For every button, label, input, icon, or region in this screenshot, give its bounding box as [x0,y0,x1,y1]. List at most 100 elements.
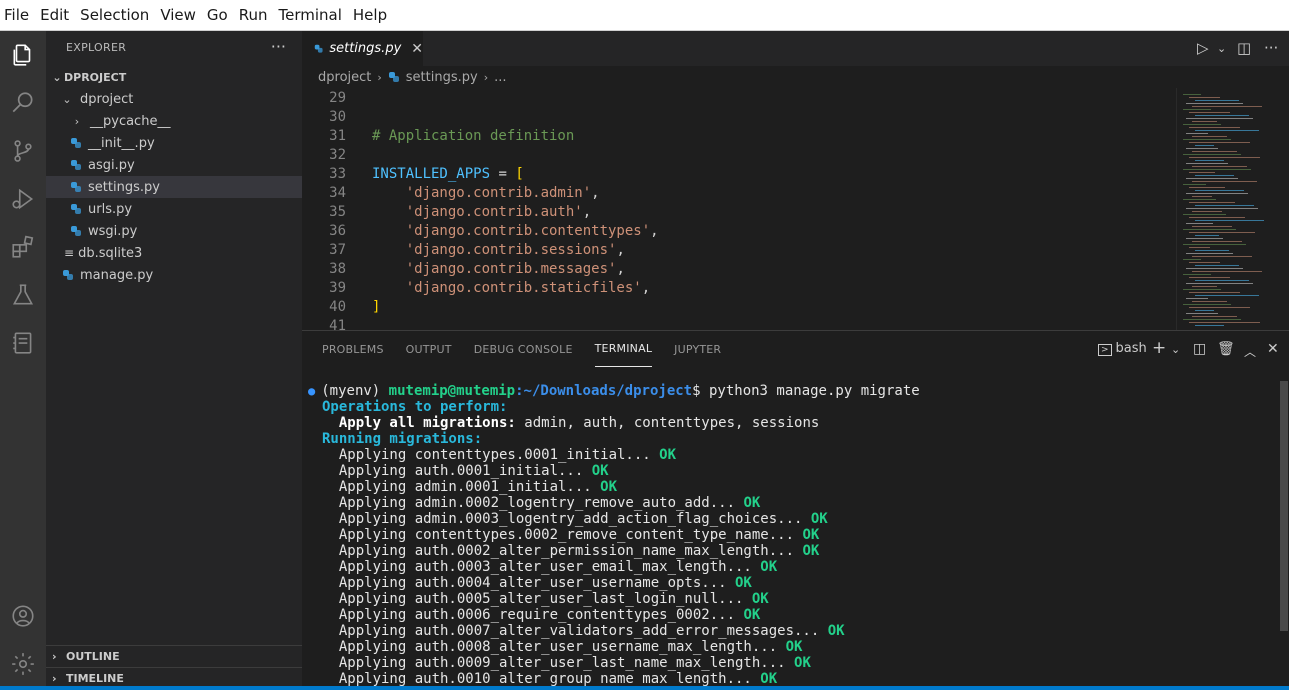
outline-section[interactable]: › OUTLINE [46,645,302,667]
tree-item-wsgi-py[interactable]: wsgi.py [46,220,302,242]
tree-item-urls-py[interactable]: urls.py [46,198,302,220]
editor-tab-bar: settings.py ✕ ▷ ⌄ ◫ ··· [302,31,1289,66]
more-actions-icon[interactable]: ··· [1264,39,1278,57]
code-line[interactable]: 41 [302,316,1176,331]
breadcrumb-folder[interactable]: dproject [318,70,371,85]
menu-run[interactable]: Run [239,6,268,24]
menu-selection[interactable]: Selection [80,6,149,24]
code-line[interactable]: 33 INSTALLED_APPS = [ [302,164,1176,183]
migration-line: Applying contenttypes.0001_initial... OK [322,447,676,463]
code-line[interactable]: 39 'django.contrib.staticfiles', [302,278,1176,297]
minimap-line [1186,283,1253,284]
trash-icon[interactable]: 🗑 [1217,341,1235,357]
minimap-line [1189,142,1250,143]
chevron-down-icon[interactable]: ⌄ [1171,343,1180,356]
tree-item-db-sqlite3[interactable]: ≡ db.sqlite3 [46,242,302,264]
minimap-line [1186,268,1243,269]
explorer-more-icon[interactable]: ··· [271,37,286,56]
tab-debug-console[interactable]: DEBUG CONSOLE [474,331,573,367]
extensions-icon[interactable] [0,224,46,270]
minimap-line [1183,319,1241,320]
tree-root-dproject[interactable]: ⌄ DPROJECT [46,66,302,88]
explorer-title: EXPLORER [66,41,127,54]
line-number: 39 [329,279,346,296]
tree-item-dproject[interactable]: ⌄ dproject [46,88,302,110]
terminal-output[interactable]: ● (myenv) mutemip@mutemip :~/Downloads/d… [302,381,1277,690]
code-line[interactable]: 30 [302,107,1176,126]
menu-go[interactable]: Go [207,6,228,24]
run-debug-icon[interactable] [0,176,46,222]
run-icon[interactable]: ▷ [1197,39,1209,57]
menu-file[interactable]: File [4,6,29,24]
code-token: , [641,279,651,296]
menu-view[interactable]: View [160,6,196,24]
minimap-line [1195,310,1214,311]
minimap-line [1189,247,1210,248]
gear-icon[interactable] [0,641,46,687]
minimap-line [1189,262,1220,263]
close-icon[interactable]: ✕ [411,41,423,57]
account-icon[interactable] [0,593,46,639]
terminal-scrollbar[interactable] [1280,381,1288,631]
tree-item-asgi-py[interactable]: asgi.py [46,154,302,176]
terminal-line: Operations to perform: [322,399,507,415]
terminal-shell-selector[interactable]: > bash [1098,341,1147,356]
jupyter-icon[interactable] [0,320,46,366]
code-line[interactable]: 29 [302,88,1176,107]
tree-item-label: manage.py [80,267,154,283]
code-line[interactable]: 34 'django.contrib.admin', [302,183,1176,202]
run-dropdown-icon[interactable]: ⌄ [1217,42,1226,55]
search-icon[interactable] [0,80,46,126]
line-number: 41 [329,317,346,331]
breadcrumb-symbol[interactable]: ... [494,70,506,85]
maximize-panel-icon[interactable]: ︿ [1244,343,1256,360]
migration-line: Applying auth.0008_alter_user_username_m… [322,639,803,655]
tree-item-pycache[interactable]: › __pycache__ [46,110,302,132]
code-line[interactable]: 32 [302,145,1176,164]
minimap-line [1189,157,1260,158]
tab-problems[interactable]: PROBLEMS [322,331,384,367]
code-line[interactable]: 35 'django.contrib.auth', [302,202,1176,221]
code-line[interactable]: 40] [302,297,1176,316]
terminal-line: Running migrations: [322,431,482,447]
minimap-line [1195,205,1254,206]
code-editor[interactable]: 29 30 31 # Application definition 32 33 INSTAL… [302,88,1176,330]
minimap[interactable] [1176,88,1289,330]
migration-text: Applying admin.0003_logentry_add_action_… [322,511,803,527]
menu-help[interactable]: Help [353,6,387,24]
apply-value: admin, auth, contenttypes, sessions [515,415,820,431]
code-text: 'django.contrib.sessions', [372,242,625,258]
code-line[interactable]: 38 'django.contrib.messages', [302,259,1176,278]
migration-text: Applying auth.0010_alter_group_name_max_… [322,671,752,687]
split-terminal-icon[interactable]: ◫ [1193,341,1206,357]
tab-jupyter[interactable]: JUPYTER [674,331,721,367]
migration-ok: OK [794,543,820,559]
explorer-icon[interactable] [0,32,46,78]
source-control-icon[interactable] [0,128,46,174]
code-line[interactable]: 31 # Application definition [302,126,1176,145]
migration-line: Applying admin.0001_initial... OK [322,479,617,495]
menu-edit[interactable]: Edit [40,6,69,24]
split-editor-icon[interactable]: ◫ [1237,39,1251,57]
breadcrumb-file[interactable]: settings.py [406,70,478,85]
tree-item-manage-py[interactable]: manage.py [46,264,302,286]
new-terminal-icon[interactable]: + [1152,338,1166,358]
code-text: ] [372,299,380,315]
migration-ok: OK [751,559,778,575]
line-number: 31 [329,127,346,144]
minimap-line [1192,316,1237,317]
tree-item-settings-py[interactable]: settings.py [46,176,302,198]
menu-terminal[interactable]: Terminal [279,6,342,24]
minimap-line [1189,187,1225,188]
code-line[interactable]: 37 'django.contrib.sessions', [302,240,1176,259]
shell-label: bash [1115,341,1147,356]
tab-terminal[interactable]: TERMINAL [594,331,653,367]
testing-icon[interactable] [0,272,46,318]
tab-output[interactable]: OUTPUT [406,331,452,367]
minimap-line [1183,289,1221,290]
code-line[interactable]: 36 'django.contrib.contenttypes', [302,221,1176,240]
tree-item-init-py[interactable]: __init__.py [46,132,302,154]
tab-settings-py[interactable]: settings.py ✕ [302,31,423,66]
close-panel-icon[interactable]: ✕ [1267,341,1279,357]
